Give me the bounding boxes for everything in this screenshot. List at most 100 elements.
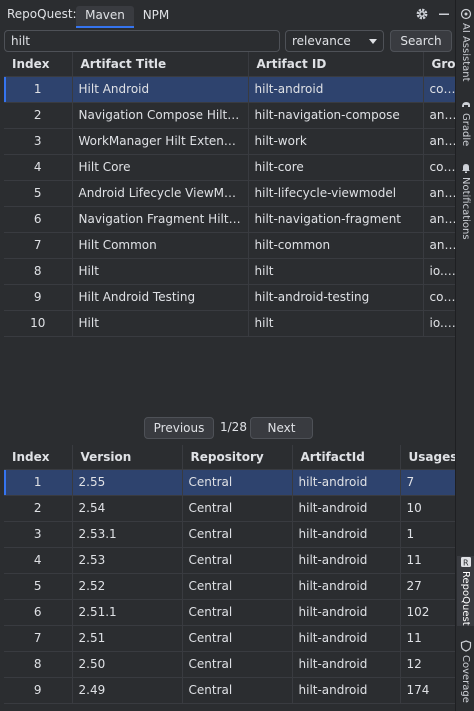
table-row[interactable]: 1 2.55 Central hilt-android 7 <box>4 469 455 496</box>
table-row[interactable]: 3 2.53.1 Central hilt-android 1 <box>4 521 455 548</box>
col-index[interactable]: Index <box>4 445 73 470</box>
col-artifact-id[interactable]: Artifact ID <box>248 52 424 77</box>
table-row[interactable]: 9 2.49 Central hilt-android 174 <box>4 677 455 704</box>
sidebar-item-label: Coverage <box>460 655 471 703</box>
sidebar-item-gradle[interactable]: Gradle <box>457 98 474 146</box>
cell-index: 1 <box>4 76 73 103</box>
cell-id: hilt-lifecycle-viewmodel <box>248 180 424 207</box>
bell-icon <box>460 162 472 174</box>
table-row[interactable]: 6 Navigation Fragment Hilt Ext... hilt-n… <box>4 206 455 233</box>
cell-usages: 10 <box>400 495 455 522</box>
cell-repository: Central <box>182 599 293 626</box>
table-row[interactable]: 5 Android Lifecycle ViewModel ... hilt-l… <box>4 180 455 207</box>
table-row[interactable]: 2 Navigation Compose Hilt Inte... hilt-n… <box>4 102 455 129</box>
table-row[interactable]: 7 Hilt Common hilt-common andro <box>4 232 455 259</box>
table-row[interactable]: 7 2.51 Central hilt-android 11 <box>4 625 455 652</box>
cell-artifact: hilt-android <box>292 495 401 522</box>
cell-index: 8 <box>4 651 73 678</box>
minimize-icon[interactable] <box>436 6 452 22</box>
col-artifact-title[interactable]: Artifact Title <box>72 52 249 77</box>
cell-usages: 102 <box>400 599 455 626</box>
cell-title: Android Lifecycle ViewModel ... <box>72 180 249 207</box>
table-row[interactable]: 4 Hilt Core hilt-core com.g <box>4 154 455 181</box>
col-artifactid[interactable]: ArtifactId <box>292 445 401 470</box>
cell-index: 2 <box>4 102 73 129</box>
cell-artifact: hilt-android <box>292 521 401 548</box>
cell-index: 6 <box>4 599 73 626</box>
cell-usages: 11 <box>400 625 455 652</box>
cell-index: 4 <box>4 547 73 574</box>
cell-index: 4 <box>4 154 73 181</box>
col-repository[interactable]: Repository <box>182 445 293 470</box>
search-input[interactable]: hilt <box>4 30 280 52</box>
cell-index: 3 <box>4 521 73 548</box>
cell-index: 5 <box>4 180 73 207</box>
svg-text:R: R <box>463 559 469 568</box>
table-row[interactable]: 8 Hilt hilt io.pix <box>4 258 455 285</box>
cell-artifact: hilt-android <box>292 651 401 678</box>
sidebar-item-label: AI Assistant <box>460 23 471 82</box>
col-version[interactable]: Version <box>72 445 183 470</box>
cell-group: com.g <box>423 76 455 103</box>
cell-version: 2.53.1 <box>72 521 183 548</box>
chevron-down-icon <box>369 39 377 44</box>
gear-icon[interactable] <box>414 6 430 22</box>
table-row[interactable]: 2 2.54 Central hilt-android 10 <box>4 495 455 522</box>
table-row[interactable]: 1 Hilt Android hilt-android com.g <box>4 76 455 103</box>
sidebar-item-coverage[interactable]: Coverage <box>457 640 474 703</box>
table-row[interactable]: 5 2.52 Central hilt-android 27 <box>4 573 455 600</box>
cell-title: WorkManager Hilt Extension <box>72 128 249 155</box>
cell-group: io.pix <box>423 310 455 337</box>
cell-group: andro <box>423 102 455 129</box>
sort-dropdown[interactable]: relevance <box>285 30 384 52</box>
cell-version: 2.55 <box>72 469 183 496</box>
sidebar-item-label: Gradle <box>460 113 471 147</box>
pagination: Previous 1/28 Next <box>0 417 455 439</box>
cell-usages: 27 <box>400 573 455 600</box>
cell-index: 3 <box>4 128 73 155</box>
cell-id: hilt <box>248 258 424 285</box>
cell-artifact: hilt-android <box>292 573 401 600</box>
table-row[interactable]: 10 Hilt hilt io.pix <box>4 310 455 337</box>
col-group[interactable]: Grou <box>423 52 455 77</box>
sidebar-item-label: RepoQuest <box>460 571 471 626</box>
page-indicator: 1/28 <box>220 420 247 434</box>
cell-index: 8 <box>4 258 73 285</box>
sidebar-item-ai-assistant[interactable]: AI Assistant <box>457 8 474 82</box>
cell-group: io.pix <box>423 258 455 285</box>
cell-index: 9 <box>4 284 73 311</box>
cell-usages: 174 <box>400 677 455 704</box>
app-title: RepoQuest: <box>7 7 77 21</box>
table-row[interactable]: 4 2.53 Central hilt-android 11 <box>4 547 455 574</box>
next-button[interactable]: Next <box>250 417 313 439</box>
cell-version: 2.53 <box>72 547 183 574</box>
sidebar-item-repoquest[interactable]: R RepoQuest <box>457 556 474 626</box>
tab-maven[interactable]: Maven <box>76 6 134 28</box>
cell-repository: Central <box>182 521 293 548</box>
cell-usages: 1 <box>400 521 455 548</box>
cell-group: andro <box>423 180 455 207</box>
versions-table: Index Version Repository ArtifactId Usag… <box>4 445 455 704</box>
tab-npm[interactable]: NPM <box>136 6 176 28</box>
cell-title: Navigation Fragment Hilt Ext... <box>72 206 249 233</box>
cell-group: andro <box>423 128 455 155</box>
cell-group: com.g <box>423 154 455 181</box>
col-index[interactable]: Index <box>4 52 73 77</box>
table-row[interactable]: 9 Hilt Android Testing hilt-android-test… <box>4 284 455 311</box>
table-row[interactable]: 8 2.50 Central hilt-android 12 <box>4 651 455 678</box>
cell-usages: 7 <box>400 469 455 496</box>
cell-usages: 12 <box>400 651 455 678</box>
cell-version: 2.51 <box>72 625 183 652</box>
cell-index: 9 <box>4 677 73 704</box>
table-row[interactable]: 6 2.51.1 Central hilt-android 102 <box>4 599 455 626</box>
sidebar-item-notifications[interactable]: Notifications <box>457 162 474 240</box>
col-usages[interactable]: Usages <box>400 445 455 470</box>
shield-icon <box>460 640 472 652</box>
previous-button[interactable]: Previous <box>144 417 214 439</box>
cell-title: Hilt Core <box>72 154 249 181</box>
cell-id: hilt-core <box>248 154 424 181</box>
cell-artifact: hilt-android <box>292 677 401 704</box>
cell-artifact: hilt-android <box>292 547 401 574</box>
search-button[interactable]: Search <box>390 30 452 52</box>
table-row[interactable]: 3 WorkManager Hilt Extension hilt-work a… <box>4 128 455 155</box>
